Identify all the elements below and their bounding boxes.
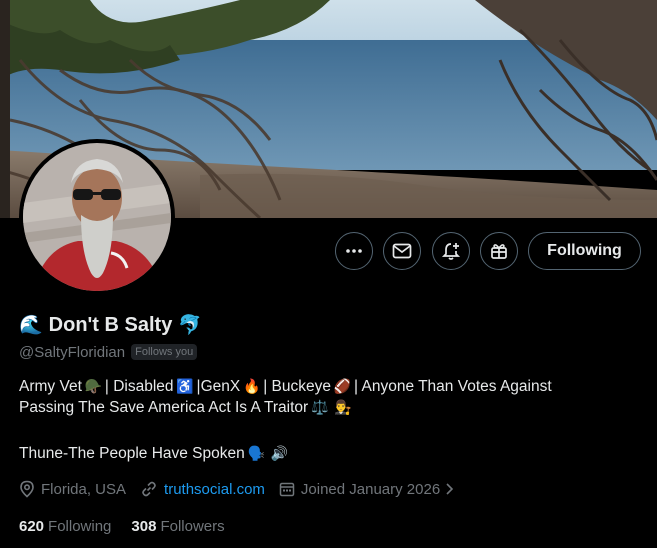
football-emoji: 🏈 (333, 378, 352, 394)
profile-actions: Following (0, 232, 657, 272)
profile-bio: Army Vet 🪖 | Disabled ♿ |GenX 🔥 | Buckey… (19, 376, 639, 464)
speaker-emoji: 🔊 (270, 445, 288, 461)
calendar-icon (279, 482, 295, 497)
wheelchair-emoji: ♿ (176, 378, 194, 394)
following-label[interactable]: Following (48, 518, 111, 535)
bio-text: Army Vet (19, 378, 82, 395)
handle-row: @SaltyFloridian Follows you (19, 342, 198, 362)
following-count[interactable]: 620 (19, 518, 44, 535)
bio-text: | Buckeye (263, 378, 332, 395)
judge-emoji: 👨‍⚖️ (333, 399, 352, 415)
followers-count[interactable]: 308 (131, 518, 156, 535)
website-link[interactable]: truthsocial.com (164, 481, 265, 498)
gift-icon (491, 244, 507, 259)
chevron-right-icon (446, 483, 454, 495)
location-item: Florida, USA (19, 480, 126, 498)
bio-text: Thune-The People Have Spoken (19, 445, 245, 462)
scales-emoji: ⚖️ (310, 399, 329, 415)
joined-item[interactable]: Joined January 2026 (279, 481, 462, 498)
bio-text: |GenX (196, 378, 241, 395)
helmet-emoji: 🪖 (84, 378, 103, 394)
bio-line-2: Passing The Save America Act Is A Traito… (19, 397, 639, 418)
bio-text: Passing The Save America Act Is A Traito… (19, 399, 309, 416)
envelope-icon (392, 243, 412, 259)
following-button[interactable]: Following (528, 232, 641, 270)
user-handle: @SaltyFloridian (19, 343, 126, 361)
gift-button[interactable] (480, 232, 518, 270)
bio-spacer (19, 418, 639, 443)
location-text: Florida, USA (41, 480, 127, 498)
dolphin-emoji: 🐬 (178, 314, 202, 336)
bio-line-3: Thune-The People Have Spoken 🗣️ 🔊 (19, 443, 639, 464)
more-icon (346, 249, 362, 253)
follows-you-badge: Follows you (131, 344, 198, 360)
location-pin-icon (20, 480, 34, 498)
notify-button[interactable] (432, 232, 470, 270)
bio-text: | Anyone Than Votes Against (354, 378, 552, 395)
profile-meta: Florida, USA truthsocial.com Joined Janu… (19, 478, 476, 500)
website-item: truthsocial.com (140, 480, 265, 498)
bio-text: | Disabled (104, 378, 174, 395)
bio-line-1: Army Vet 🪖 | Disabled ♿ |GenX 🔥 | Buckey… (19, 376, 639, 397)
bell-plus-icon (441, 243, 461, 260)
wave-emoji: 🌊 (19, 314, 43, 336)
followers-label[interactable]: Followers (160, 518, 224, 535)
profile-stats: 620 Following 308 Followers (19, 516, 245, 536)
joined-text: Joined January 2026 (300, 480, 441, 498)
fire-emoji: 🔥 (243, 378, 261, 394)
display-name-row: 🌊 Don't B Salty 🐬 (19, 312, 202, 338)
more-button[interactable] (335, 232, 373, 270)
message-button[interactable] (383, 232, 421, 270)
link-icon (142, 481, 156, 497)
speaking-head-emoji: 🗣️ (247, 445, 265, 461)
display-name: Don't B Salty (48, 313, 173, 336)
